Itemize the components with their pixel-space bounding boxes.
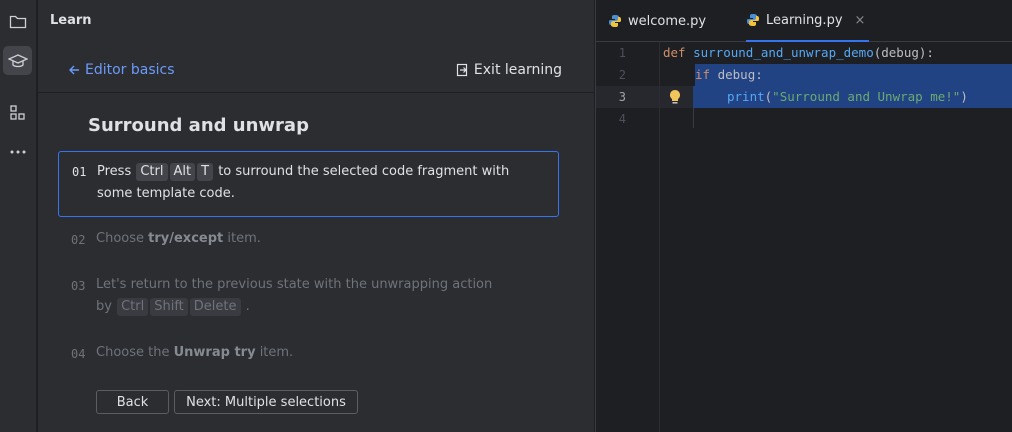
code-token: "Surround and Unwrap me!" xyxy=(772,89,961,104)
arrow-left-icon xyxy=(69,65,79,75)
shortcut-key: Alt xyxy=(169,163,196,181)
tab-learning-py[interactable]: Learning.py × xyxy=(746,0,870,42)
back-link-label: Editor basics xyxy=(85,62,175,78)
python-file-icon xyxy=(609,15,621,27)
lesson-step-4: 04 Choose the Unwrap try item. xyxy=(58,342,559,366)
lesson-title: Surround and unwrap xyxy=(88,115,309,136)
step-text: by xyxy=(96,299,112,314)
learn-panel: Learn Editor basics Exit learning Surrou… xyxy=(38,0,594,432)
code-token: def xyxy=(663,45,686,60)
step-bold-text: try/except xyxy=(148,231,224,246)
line-number: 1 xyxy=(618,46,626,60)
step-text: . xyxy=(245,299,250,314)
line-number: 4 xyxy=(618,112,626,126)
editor-tabs: welcome.py Learning.py × xyxy=(596,0,1012,42)
code-editor: welcome.py Learning.py × 1 2 3 4 def sur… xyxy=(595,0,1012,432)
code-token: debug: xyxy=(710,67,763,82)
learn-graduation-cap-icon[interactable] xyxy=(3,46,32,75)
step-number: 04 xyxy=(71,347,86,361)
more-tools-icon[interactable] xyxy=(3,137,32,166)
back-button[interactable]: Back xyxy=(96,390,169,414)
exit-icon xyxy=(456,63,468,77)
step-number: 02 xyxy=(71,233,86,247)
code-token: surround_and_unwrap_demo xyxy=(693,45,874,60)
step-text: item. xyxy=(227,231,261,246)
code-token: if xyxy=(695,67,711,82)
python-file-icon xyxy=(747,14,759,26)
step-text: Let's return to the previous state with … xyxy=(96,277,493,292)
step-bold-text: Unwrap try xyxy=(173,345,256,360)
next-lesson-button[interactable]: Next: Multiple selections xyxy=(174,390,358,414)
step-text: Choose the xyxy=(96,345,170,360)
back-to-module-link[interactable]: Editor basics xyxy=(68,62,175,78)
step-text: some template code. xyxy=(97,186,235,201)
line-number-gutter: 1 2 3 4 xyxy=(596,42,660,432)
exit-link-label: Exit learning xyxy=(473,62,562,78)
tab-label: Learning.py xyxy=(766,12,843,28)
shortcut-key: T xyxy=(197,163,214,181)
code-token: print xyxy=(727,89,765,104)
step-number: 01 xyxy=(72,165,87,179)
shortcut-key: Delete xyxy=(189,298,241,316)
code-line-3: print("Surround and Unwrap me!") xyxy=(727,86,968,108)
indent-guide xyxy=(693,108,694,128)
lesson-step-3: 03 Let's return to the previous state wi… xyxy=(58,274,559,322)
lesson-nav: Editor basics Exit learning xyxy=(38,50,594,93)
project-folder-icon[interactable] xyxy=(3,7,32,36)
code-token: ) xyxy=(960,89,968,104)
code-token: (debug): xyxy=(873,45,934,60)
step-number: 03 xyxy=(71,279,86,293)
tab-label: welcome.py xyxy=(628,13,707,29)
line-number: 3 xyxy=(618,90,626,104)
step-text: Press xyxy=(97,164,132,179)
line-number: 2 xyxy=(618,68,626,82)
tab-welcome-py[interactable]: welcome.py xyxy=(608,0,706,42)
step-text: Choose xyxy=(96,231,144,246)
close-tab-icon[interactable]: × xyxy=(855,13,866,28)
step-text: item. xyxy=(259,345,294,360)
shortcut-key: Shift xyxy=(150,298,188,316)
code-line-1: def surround_and_unwrap_demo(debug): xyxy=(663,42,934,64)
shortcut-key: Ctrl xyxy=(117,298,149,316)
step-text: to surround the selected code fragment w… xyxy=(218,164,510,179)
exit-learning-link[interactable]: Exit learning xyxy=(456,62,562,78)
shortcut-key: Ctrl xyxy=(136,163,168,181)
lesson-step-2: 02 Choose try/except item. xyxy=(58,228,559,252)
structure-icon[interactable] xyxy=(3,98,32,127)
code-line-2: if debug: xyxy=(695,64,763,86)
tool-rail xyxy=(0,0,37,432)
lightbulb-icon[interactable] xyxy=(669,89,681,109)
panel-title: Learn xyxy=(50,13,92,28)
lesson-step-1: 01 Press Ctrl Alt T to surround the select… xyxy=(58,151,559,217)
